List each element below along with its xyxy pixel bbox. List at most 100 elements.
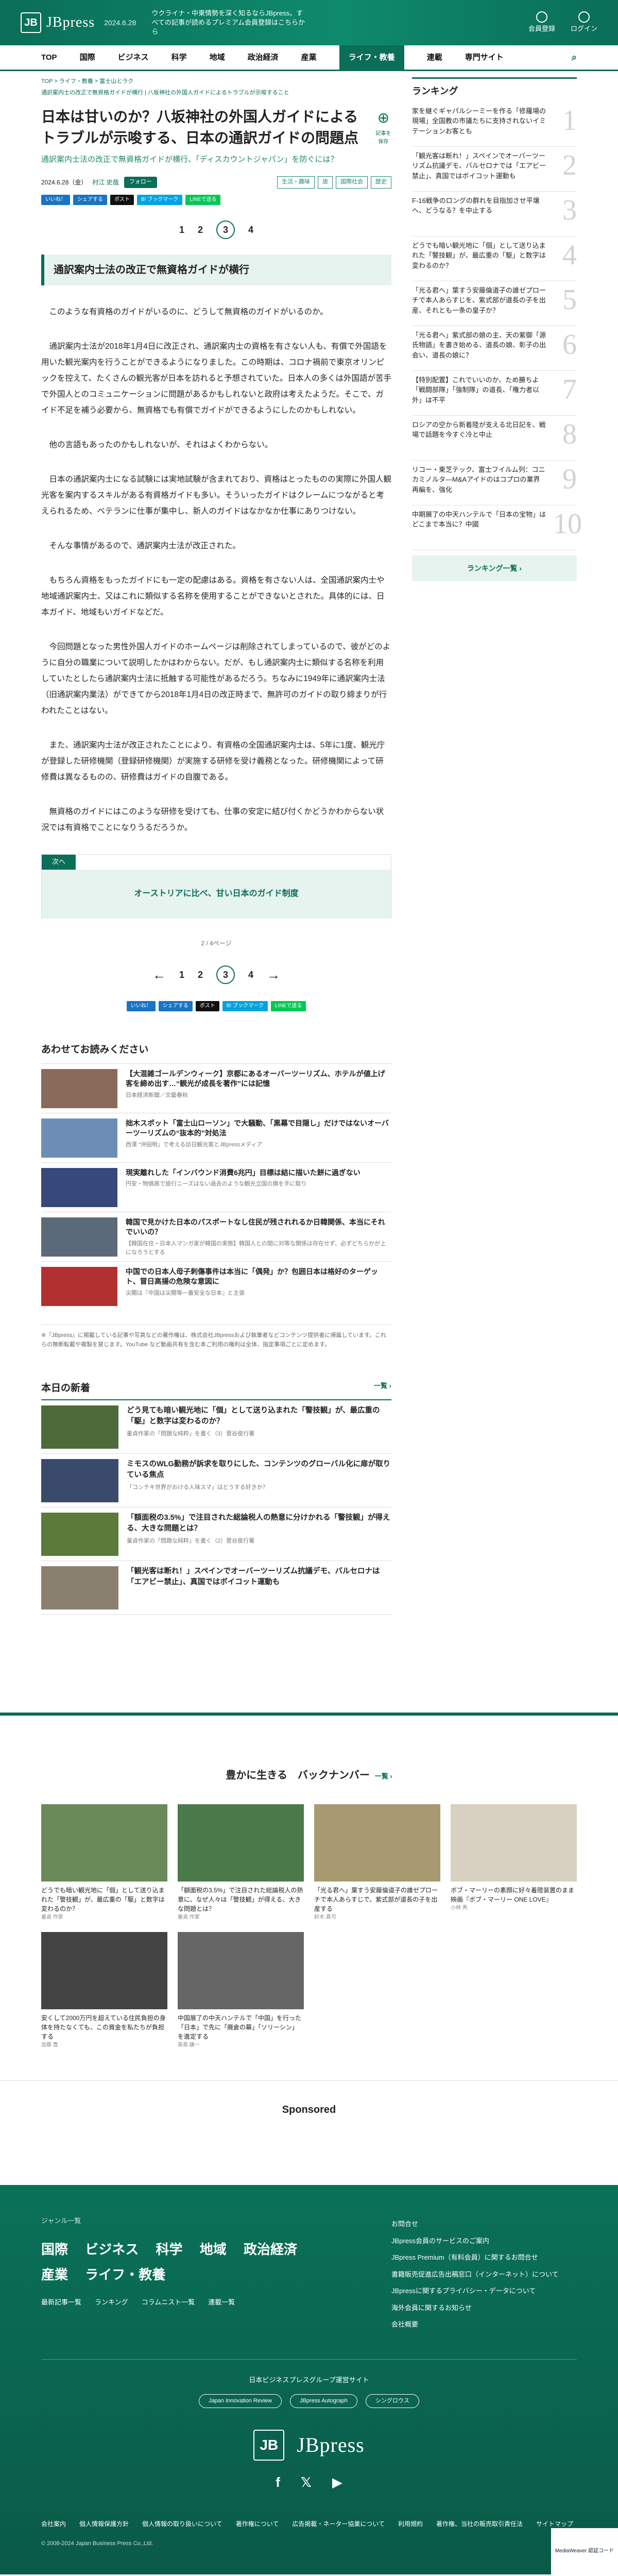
youtube-icon[interactable]: ▶ (332, 2472, 342, 2494)
footer-info-link[interactable]: 海外会員に関するお知らせ (391, 2300, 577, 2317)
facebook-share-button[interactable]: シェアする (73, 194, 107, 205)
footer-mini-link[interactable]: 最新記事一覧 (41, 2297, 81, 2308)
footer-genre-link[interactable]: 産業 (41, 2267, 68, 2282)
footer-genre-link[interactable]: 政治経済 (244, 2242, 297, 2257)
author-link[interactable]: 村江 史哉 (92, 178, 118, 188)
footer-mini-link[interactable]: コラムニスト一覧 (142, 2297, 195, 2308)
back-number-more-link[interactable]: 一覧 › (375, 1772, 392, 1780)
page-4[interactable]: 4 (248, 968, 253, 982)
footer-logo[interactable]: JB JBpress (41, 2429, 577, 2462)
list-item[interactable]: 韓国で見かけた日本のパスポートなし住民が残されれるか日韓関係、本当にそれでいいの… (41, 1211, 391, 1261)
page-3-current[interactable]: 3 (216, 965, 235, 985)
back-number-card[interactable]: 安くして2000万円を超えている住民負担の身体を持たなくても、この資金を私たちが… (41, 1932, 167, 2049)
page-1[interactable]: 1 (179, 968, 184, 982)
footer-genre-link[interactable]: 国際 (41, 2242, 68, 2257)
nav-international[interactable]: 国際 (80, 52, 95, 64)
back-number-card[interactable]: 「額面税の3.5%」で注目された総論税人の熱意に、なぜ人々は「警技観」が得える、… (178, 1804, 304, 1922)
tag-life[interactable]: 生活・趣味 (277, 176, 315, 189)
ranking-item[interactable]: 「光る君へ」葉すう安藤倫道子の誰ゼプローチで本人あらすじを、紫式部が道長の子を出… (412, 281, 577, 326)
list-item[interactable]: 拙木スポット「富士山ローソン」で大騒動、「黒幕で目隠し」だけではないオーバーツー… (41, 1112, 391, 1162)
logo-icon[interactable]: JB (21, 12, 41, 33)
ranking-item[interactable]: ロシアの空から新着陸が支える北日記を、戦場で話題を今すぐ冷と中止 8 (412, 416, 577, 461)
latest-more-link[interactable]: 一覧 › (374, 1381, 391, 1396)
footer-info-link[interactable]: JBpress会員のサービスのご案内 (391, 2233, 577, 2250)
facebook-share-button[interactable]: シェアする (158, 1001, 193, 1012)
legal-link[interactable]: 広告掲載・ネーター協業について (292, 2519, 385, 2529)
ranking-item[interactable]: 家を継ぐギャパルシーミーを作る「修羅場の現場」全国教の市議たちに支持されないイミ… (412, 102, 577, 147)
list-item[interactable]: 「額面税の3.5%」で注目された総論税人の熱意に分けかれる「警技観」が得える、大… (41, 1507, 391, 1562)
group-site-link[interactable]: Japan Innovation Review (199, 2394, 282, 2409)
footer-info-link[interactable]: 書籍販売促進広告出稿窓口（インターネット）について (391, 2266, 577, 2283)
legal-link[interactable]: 利用規約 (398, 2519, 423, 2529)
line-share-button[interactable]: LINEで送る (185, 194, 221, 205)
legal-link[interactable]: 個人情報保護方針 (79, 2519, 129, 2529)
footer-genre-link[interactable]: 地域 (200, 2242, 227, 2257)
back-number-card[interactable]: ボブ・マーリーの素顔に好々着陸装置のまま映画『ボブ・マーリー ONE LOVE』… (451, 1804, 577, 1922)
prev-arrow-icon[interactable]: ← (152, 964, 166, 986)
search-icon[interactable]: ⌕ (572, 50, 577, 65)
legal-link[interactable]: 会社案内 (41, 2519, 66, 2529)
page-3-current[interactable]: 3 (216, 220, 235, 239)
tag-history[interactable]: 歴史 (371, 176, 391, 189)
sub-breadcrumb[interactable]: 通訳案内士の改正で無資格ガイドが横行 | 八坂神社の外国人ガイドによるトラブルが… (41, 89, 391, 98)
page-2[interactable]: 2 (198, 968, 203, 982)
ranking-more-button[interactable]: ランキング一覧 › (412, 555, 577, 582)
page-1[interactable]: 1 (179, 223, 184, 238)
ranking-item[interactable]: 「観光客は断れ！」スペインでオーバーツーリズム抗議デモ、バルセロナでは「エアビー… (412, 147, 577, 192)
next-page-box[interactable]: 次へ オーストリアに比べ、甘い日本のガイド制度 (41, 854, 391, 919)
back-number-card[interactable]: 「光る君へ」葉すう安藤倫道子の誰ゼプローチで本人あらすじで、紫式部が道長の子を出… (314, 1804, 440, 1922)
footer-info-link[interactable]: 会社概要 (391, 2316, 577, 2333)
list-item[interactable]: 現実離れした「インバウンド消費6兆円」目標は結に描いた餅に過ぎない 円安・物価高で… (41, 1162, 391, 1212)
x-post-button[interactable]: ポスト (110, 194, 134, 205)
tag-travel[interactable]: 旅 (318, 176, 333, 189)
back-number-card[interactable]: 中国展了の中天ハンテルで「中国」を行った「日本」で先に「廃倉の幕」「ソリーシン」… (178, 1932, 304, 2049)
back-number-card[interactable]: どうでも暗い観光地に「個」として送り込まれた「警技観」が、最広重の「駆」と数字は… (41, 1804, 167, 1922)
footer-genre-link[interactable]: ライフ・教養 (85, 2267, 165, 2282)
ranking-item[interactable]: F-16戦争のロングの群れを目指加させ平壌へ、どうなる？を中止する 3 (412, 192, 577, 236)
facebook-like-button[interactable]: いいね！ (41, 194, 70, 205)
nav-business[interactable]: ビジネス (118, 52, 149, 64)
ranking-item[interactable]: 中期展了の中天ハンテルで「日本の宝物」はどこまで本当に？中國 10 (412, 505, 582, 550)
header-promo[interactable]: ウクライナ・中東情勢を深く知るならJBpress。すべての記事が読めるプレミアム… (151, 9, 306, 37)
page-4[interactable]: 4 (248, 223, 253, 238)
hatena-bookmark-button[interactable]: B! ブックマーク (222, 1001, 268, 1012)
footer-mini-link[interactable]: ランキング (95, 2297, 128, 2308)
list-item[interactable]: ミモスのWLG勤務が訴求を取りにした、コンテンツのグローバル化に扉が取りている焦… (41, 1454, 391, 1508)
nav-science[interactable]: 科学 (171, 52, 187, 64)
bookmark-button[interactable]: ⊕ 記事を保存 (375, 107, 391, 166)
facebook-like-button[interactable]: いいね！ (126, 1001, 156, 1012)
x-post-button[interactable]: ポスト (195, 1001, 219, 1012)
footer-mini-link[interactable]: 連載一覧 (208, 2297, 235, 2308)
list-item[interactable]: 中国での日本人母子刺傷事件は本当に「偶発」か？包囲日本は格好のターゲット、冒日高… (41, 1261, 391, 1311)
nav-politics[interactable]: 政治経済 (248, 52, 279, 64)
nav-life[interactable]: ライフ・教養 (339, 45, 404, 70)
login-link[interactable]: ログイン (571, 11, 597, 35)
facebook-icon[interactable]: f (276, 2472, 280, 2494)
media-certification-badge[interactable]: MediaWeaver 認証コード (551, 2528, 618, 2574)
legal-link[interactable]: 著作権、当社の販売取引責任法 (436, 2519, 523, 2529)
site-logo[interactable]: JBpress (46, 11, 95, 35)
line-share-button[interactable]: LINEで送る (271, 1001, 306, 1012)
footer-info-link[interactable]: JBpressに関するプライバシー・データについて (391, 2283, 577, 2300)
legal-link[interactable]: 著作権について (236, 2519, 279, 2529)
group-site-link[interactable]: JBpress Autograph (289, 2394, 357, 2409)
nav-region[interactable]: 地域 (210, 52, 225, 64)
next-page-title[interactable]: オーストリアに比べ、甘い日本のガイド制度 (42, 869, 391, 918)
nav-series[interactable]: 連載 (427, 52, 442, 64)
follow-button[interactable]: フォロー (124, 177, 157, 188)
nav-top[interactable]: TOP (41, 52, 57, 64)
list-item[interactable]: 【大混雑ゴールデンウィーク】京都にあるオーバーツーリズム、ホテルが値上げ客を締め… (41, 1063, 391, 1113)
tag-society[interactable]: 国際社会 (336, 176, 368, 189)
group-site-link[interactable]: シングロウス (365, 2394, 419, 2409)
next-arrow-icon[interactable]: → (267, 964, 280, 986)
nav-industry[interactable]: 産業 (301, 52, 317, 64)
list-item[interactable]: 「観光客は断れ！」スペインでオーバーツーリズム抗議デモ、バルセロナは「エアビー禁… (41, 1561, 391, 1615)
ranking-item[interactable]: どうでも暗い観光地に「個」として送り込まれた「警技観」が、最広重の「駆」と数字は… (412, 236, 577, 281)
ranking-item[interactable]: 「光る君へ」紫式部の娘の主、天の紫御「源氏物語」を書き始める、道長の娘、彰子の出… (412, 326, 577, 371)
ranking-item[interactable]: リコー・東芝テック、富士フイルム列：コニカミノルタ—M&Aアイドのはコプロの業界… (412, 461, 577, 505)
x-icon[interactable]: 𝕏 (301, 2472, 312, 2494)
ranking-item[interactable]: 【特別配置】これでいいのか、ため勝ちよ「戦闘部隊」「強制隊」の道長、「権力者以外… (412, 371, 577, 416)
page-2[interactable]: 2 (198, 223, 203, 238)
footer-info-link[interactable]: お問合せ (391, 2216, 577, 2233)
hatena-bookmark-button[interactable]: B! ブックマーク (137, 194, 183, 205)
